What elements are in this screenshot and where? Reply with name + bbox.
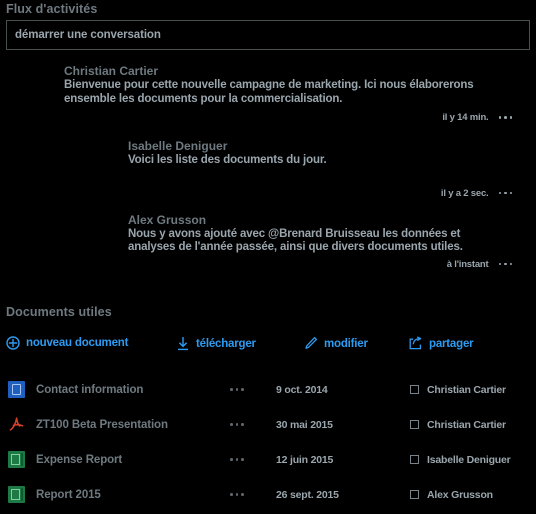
document-owner-cell: Isabelle Deniguer: [410, 454, 511, 466]
document-owner-cell: Christian Cartier: [410, 419, 506, 431]
message-author: Isabelle Deniguer: [128, 139, 228, 153]
download-arrow-icon: [176, 336, 190, 351]
table-row[interactable]: ZT100 Beta Presentation 30 mai 2015 Chri…: [0, 407, 536, 442]
message-text: Voici les liste des documents du jour.: [128, 154, 327, 166]
pdf-file-icon: [6, 416, 26, 434]
ellipsis-horizontal-icon[interactable]: [230, 493, 244, 496]
share-label: partager: [429, 337, 474, 350]
message-list: Christian Cartier Bienvenue pour cette n…: [0, 64, 536, 270]
message-text: Bienvenue pour cette nouvelle campagne d…: [64, 79, 474, 105]
message-item: Christian Cartier Bienvenue pour cette n…: [64, 64, 518, 123]
pencil-icon: [304, 336, 318, 351]
message-timestamp: il y 14 min.: [442, 112, 489, 123]
document-date: 12 juin 2015: [276, 453, 334, 466]
ellipsis-horizontal-icon[interactable]: [498, 262, 512, 266]
table-row[interactable]: Expense Report 12 juin 2015 Isabelle Den…: [0, 442, 536, 477]
document-name[interactable]: Report 2015: [36, 489, 101, 501]
document-owner-cell: Christian Cartier: [410, 384, 506, 396]
activity-feed-page: Flux d'activités Christian Cartier Bienv…: [0, 0, 536, 514]
documents-toolbar: nouveau document télécharger modifier pa…: [4, 336, 532, 358]
ellipsis-horizontal-icon[interactable]: [498, 191, 512, 195]
message-item: Isabelle Deniguer Voici les liste des do…: [128, 139, 518, 199]
document-owner: Christian Cartier: [427, 383, 506, 396]
ellipsis-horizontal-icon[interactable]: [498, 116, 512, 119]
document-owner: Christian Cartier: [427, 418, 506, 431]
ellipsis-horizontal-icon[interactable]: [230, 388, 244, 391]
message-text: Nous y avons ajouté avec @Brenard Bruiss…: [128, 227, 463, 254]
new-document-button[interactable]: nouveau document: [6, 336, 128, 350]
message-body: Alex Grusson Nous y avons ajouté avec @B…: [128, 213, 518, 255]
excel-file-icon: [6, 486, 26, 504]
message-body: Christian Cartier Bienvenue pour cette n…: [64, 64, 518, 106]
document-list: Contact information 9 oct. 2014 Christia…: [0, 372, 536, 512]
word-file-icon: [6, 381, 26, 399]
owner-checkbox[interactable]: [410, 420, 419, 429]
table-row[interactable]: Report 2015 26 sept. 2015 Alex Grusson: [0, 477, 536, 512]
download-button[interactable]: télécharger: [176, 336, 256, 351]
ellipsis-horizontal-icon[interactable]: [230, 458, 244, 461]
document-name[interactable]: ZT100 Beta Presentation: [36, 419, 168, 431]
owner-checkbox[interactable]: [410, 490, 419, 499]
document-date: 30 mai 2015: [276, 418, 333, 431]
document-owner: Alex Grusson: [427, 488, 493, 501]
documents-section-title: Documents utiles: [6, 305, 112, 319]
message-timestamp: à l'instant: [446, 258, 489, 270]
conversation-input[interactable]: [15, 29, 529, 41]
message-body: Isabelle Deniguer Voici les liste des do…: [128, 139, 518, 168]
edit-label: modifier: [324, 337, 368, 350]
document-date: 9 oct. 2014: [276, 383, 328, 396]
document-date: 26 sept. 2015: [276, 488, 339, 501]
table-row[interactable]: Contact information 9 oct. 2014 Christia…: [0, 372, 536, 407]
owner-checkbox[interactable]: [410, 455, 419, 464]
plus-circle-icon: [6, 336, 20, 350]
message-timestamp: il y a 2 sec.: [440, 187, 489, 199]
document-owner: Isabelle Deniguer: [427, 453, 511, 466]
owner-checkbox[interactable]: [410, 385, 419, 394]
activity-feed-title: Flux d'activités: [6, 2, 98, 16]
message-author: Christian Cartier: [64, 64, 159, 78]
download-label: télécharger: [196, 337, 256, 350]
edit-button[interactable]: modifier: [304, 336, 368, 351]
share-button[interactable]: partager: [408, 336, 474, 351]
message-meta: il y a 2 sec.: [128, 188, 518, 199]
document-name[interactable]: Contact information: [36, 384, 143, 396]
document-owner-cell: Alex Grusson: [410, 489, 493, 501]
message-meta: à l'instant: [128, 259, 518, 270]
ellipsis-horizontal-icon[interactable]: [230, 423, 244, 426]
conversation-composer[interactable]: [6, 20, 530, 50]
new-document-label: nouveau document: [26, 337, 129, 349]
message-author: Alex Grusson: [128, 212, 207, 227]
share-arrow-icon: [408, 336, 423, 351]
excel-file-icon: [6, 451, 26, 469]
document-name[interactable]: Expense Report: [36, 454, 122, 466]
message-meta: il y 14 min.: [64, 112, 518, 123]
message-item: Alex Grusson Nous y avons ajouté avec @B…: [128, 213, 518, 270]
